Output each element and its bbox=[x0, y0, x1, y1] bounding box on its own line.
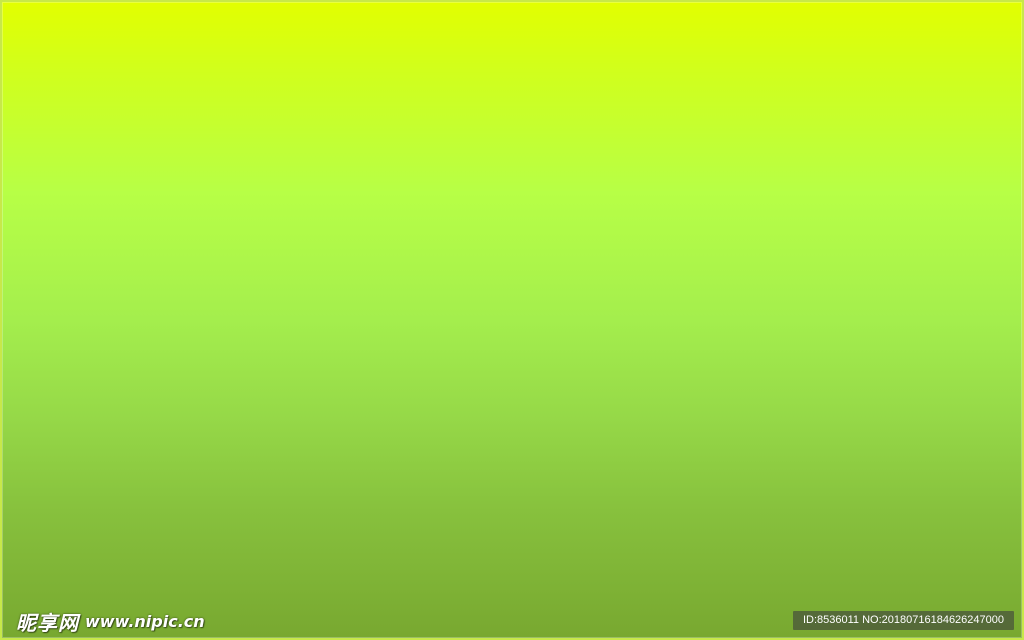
watermark-url: www.nipic.cn bbox=[85, 611, 205, 631]
image-canvas: 昵享网 www.nipic.cn ID:8536011 NO:201807161… bbox=[0, 0, 1024, 640]
watermark-logo-text: 昵享网 bbox=[16, 610, 79, 635]
image-id-badge: ID:8536011 NO:20180716184626247000 bbox=[792, 611, 1014, 630]
watermark-logo: 昵享网 www.nipic.cn bbox=[16, 606, 205, 636]
green-gradient-background bbox=[0, 0, 1024, 640]
